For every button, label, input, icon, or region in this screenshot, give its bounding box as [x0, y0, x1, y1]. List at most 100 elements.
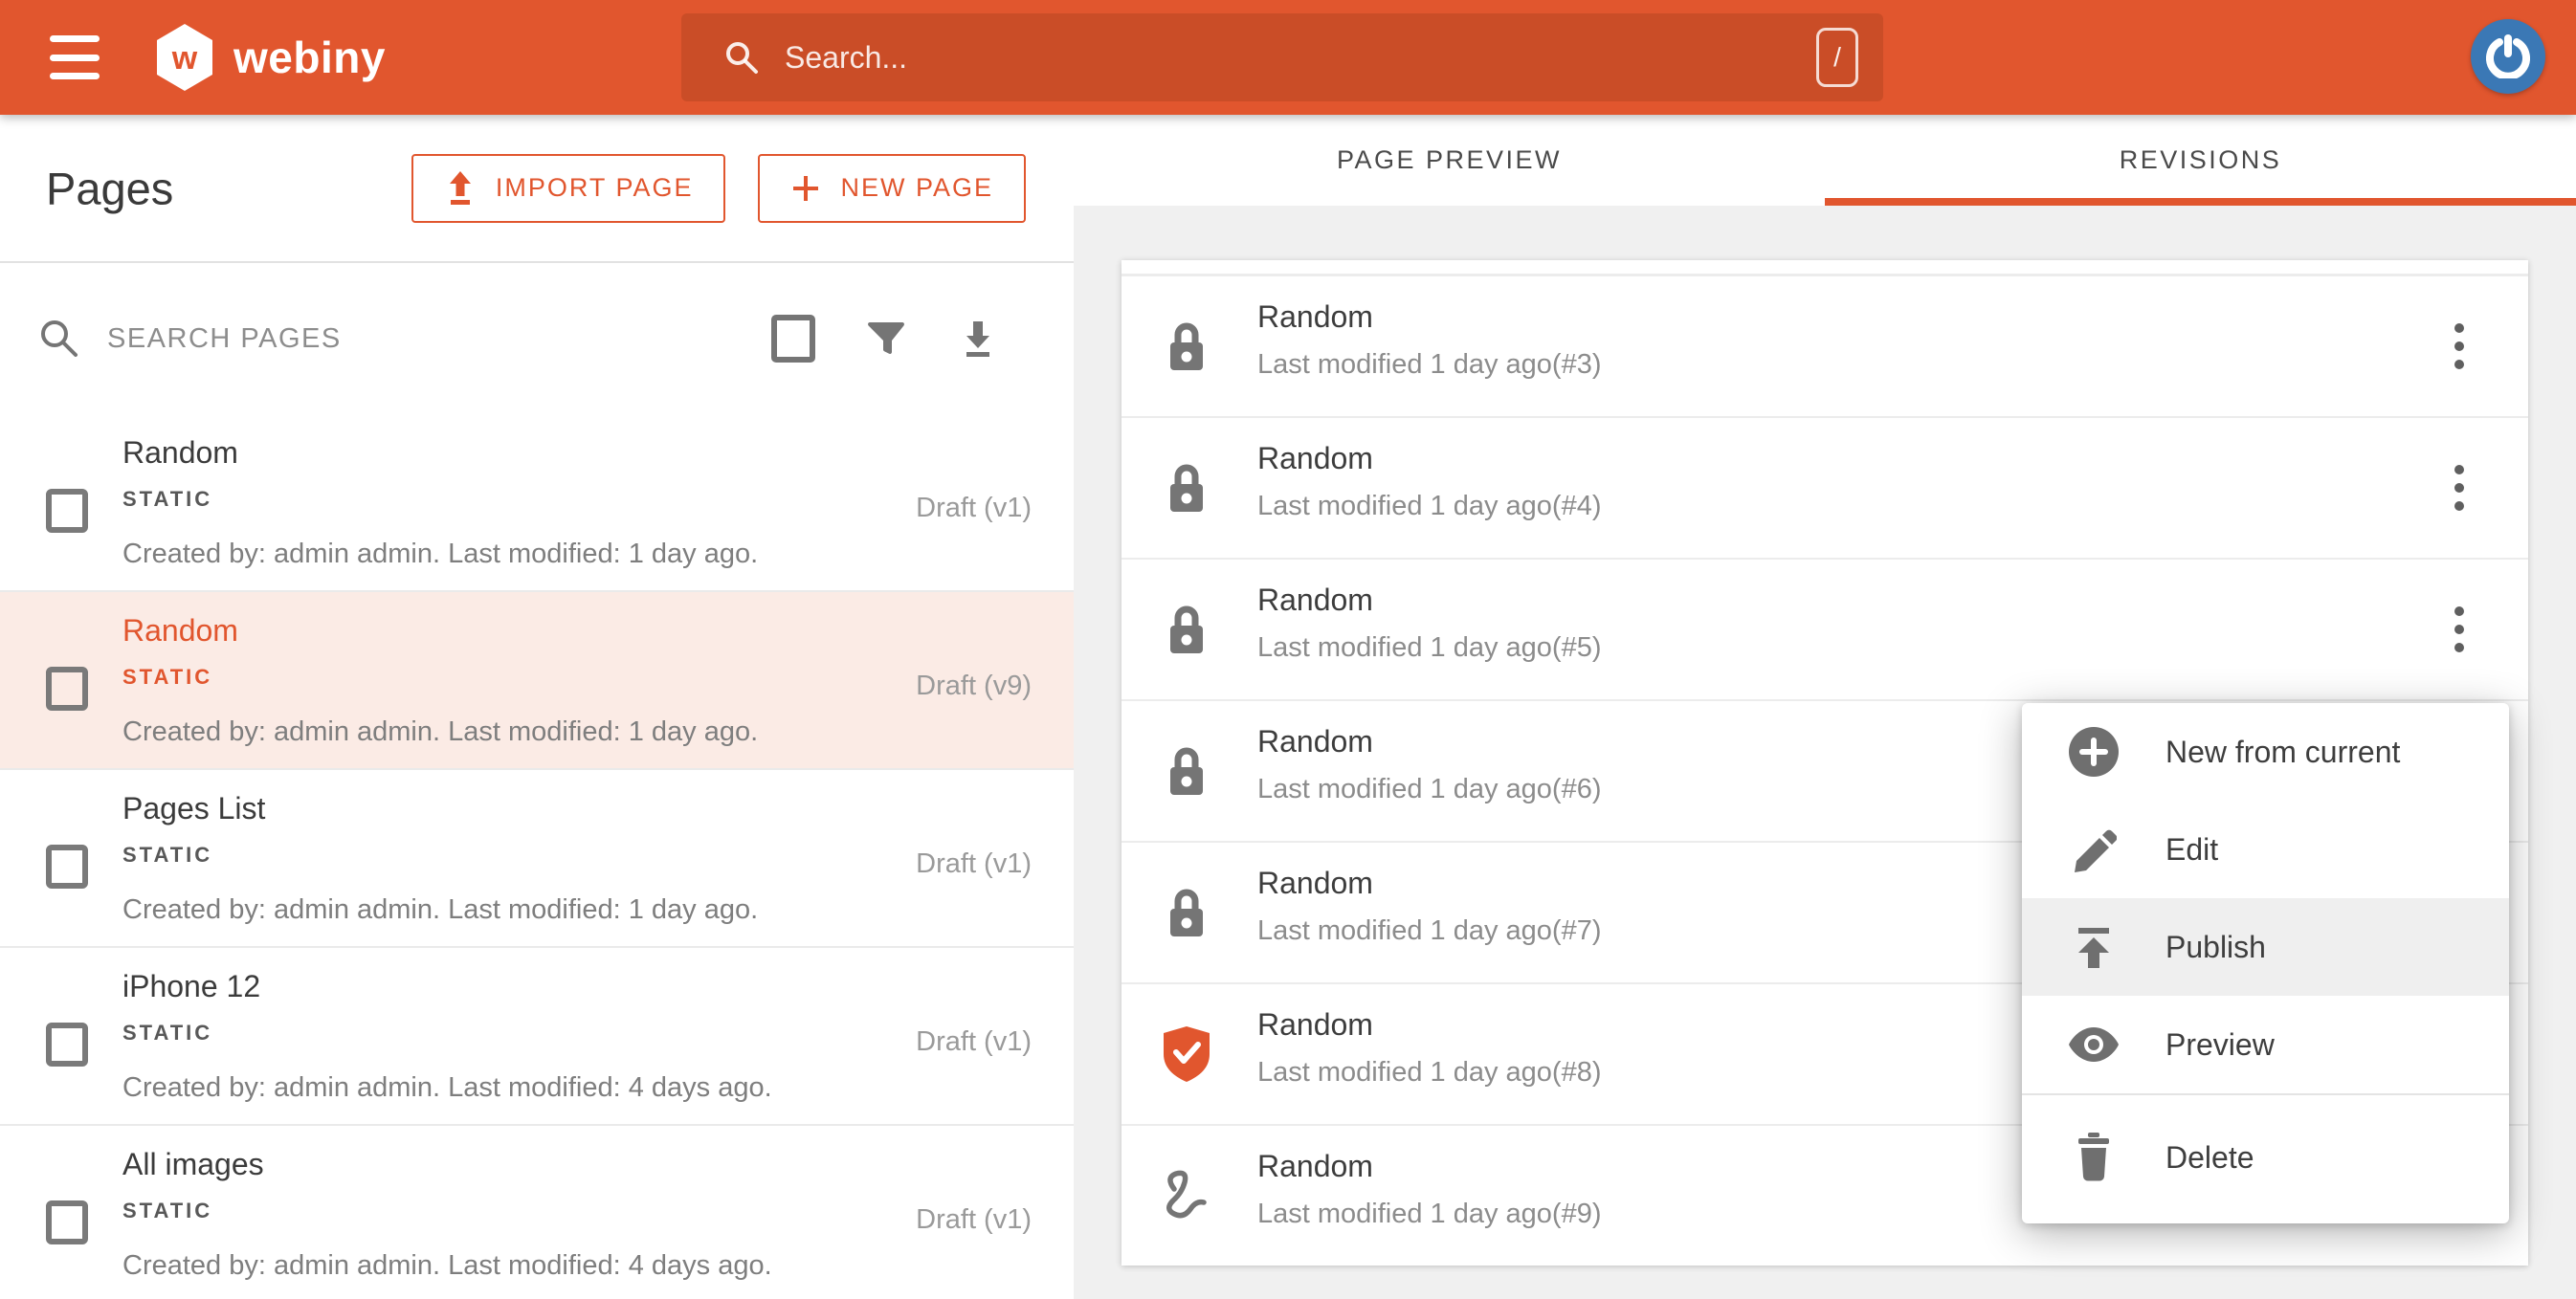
kebab-icon[interactable] — [2436, 457, 2482, 518]
revision-meta: Last modified 1 day ago(#3) — [1257, 349, 1602, 380]
revision-row[interactable]: Random Last modified 1 day ago(#3) — [1121, 276, 2528, 418]
page-checkbox[interactable] — [46, 845, 88, 889]
page-item-type: STATIC — [122, 1021, 213, 1045]
context-menu-item-label: Delete — [2165, 1139, 2254, 1175]
page-item-meta: Created by: admin admin. Last modified: … — [122, 716, 759, 747]
page-list-item[interactable]: iPhone 12 STATIC Draft (v1) Created by: … — [0, 948, 1074, 1126]
pages-search-input[interactable] — [105, 321, 645, 356]
webiny-logo: w webiny — [153, 23, 386, 92]
lock-icon — [1156, 460, 1217, 516]
page-list-item[interactable]: Pages List STATIC Draft (v1) Created by:… — [0, 770, 1074, 948]
revision-meta: Last modified 1 day ago(#6) — [1257, 774, 1602, 804]
app-bar: w webiny / — [0, 0, 2576, 115]
revision-title: Random — [1257, 1007, 1373, 1042]
new-page-button[interactable]: NEW PAGE — [758, 153, 1026, 223]
page-item-type: STATIC — [122, 665, 213, 689]
pages-panel: Pages IMPORT PAGE NEW PAGE SEARCH PAGES … — [0, 115, 1074, 1299]
gesture-icon — [1156, 1170, 1217, 1222]
page-checkbox[interactable] — [46, 489, 88, 533]
global-search-input[interactable] — [783, 38, 1816, 77]
page-item-meta: Created by: admin admin. Last modified: … — [122, 1250, 772, 1281]
global-search: / — [681, 13, 1883, 101]
page-item-title: All images — [122, 1147, 264, 1181]
revision-meta: Last modified 1 day ago(#4) — [1257, 491, 1602, 521]
context-menu-item-label: New from current — [2165, 734, 2401, 769]
page-item-type: STATIC — [122, 843, 213, 867]
revision-title: Random — [1257, 1149, 1373, 1183]
revision-title: Random — [1257, 441, 1373, 475]
plus-circle-icon — [2022, 726, 2165, 778]
page-item-status: Draft (v9) — [916, 671, 1032, 701]
context-menu-item[interactable]: Preview — [2022, 996, 2509, 1093]
lock-icon — [1156, 743, 1217, 799]
context-menu-item[interactable]: Delete — [2022, 1093, 2509, 1220]
lock-icon — [1156, 319, 1217, 374]
page-checkbox[interactable] — [46, 1023, 88, 1067]
pages-search-row — [0, 263, 1074, 416]
revision-row[interactable]: Random Last modified 1 day ago(#5) — [1121, 560, 2528, 701]
brand-wordmark: webiny — [233, 33, 386, 82]
page-item-title: Pages List — [122, 791, 266, 826]
detail-tabbar: PAGE PREVIEW REVISIONS — [1074, 115, 2576, 206]
trash-icon — [2022, 1133, 2165, 1182]
pencil-icon — [2022, 826, 2165, 872]
revision-title: Random — [1257, 866, 1373, 900]
import-page-button[interactable]: IMPORT PAGE — [411, 153, 726, 223]
page-item-type: STATIC — [122, 1199, 213, 1222]
lock-icon — [1156, 885, 1217, 940]
pages-list: Random STATIC Draft (v1) Created by: adm… — [0, 414, 1074, 1299]
lock-icon — [1156, 602, 1217, 657]
select-all-icon[interactable] — [771, 315, 815, 363]
hamburger-icon[interactable] — [50, 35, 100, 79]
page-item-type: STATIC — [122, 487, 213, 511]
revision-title: Random — [1257, 724, 1373, 759]
user-avatar[interactable] — [2471, 19, 2545, 94]
context-menu-item[interactable]: Publish — [2022, 898, 2509, 996]
kebab-icon[interactable] — [2436, 599, 2482, 660]
context-menu-item-label: Preview — [2165, 1026, 2275, 1062]
revision-meta: Last modified 1 day ago(#5) — [1257, 632, 1602, 663]
search-icon — [38, 318, 80, 360]
page-list-item[interactable]: Random STATIC Draft (v1) Created by: adm… — [0, 414, 1074, 592]
kebab-icon[interactable] — [2436, 316, 2482, 377]
page-item-status: Draft (v1) — [916, 493, 1032, 523]
page-item-status: Draft (v1) — [916, 1204, 1032, 1235]
page-title: Pages — [46, 163, 174, 213]
plus-icon — [790, 173, 821, 204]
context-menu-item-label: Publish — [2165, 929, 2266, 964]
page-list-item[interactable]: All images STATIC Draft (v1) Created by:… — [0, 1126, 1074, 1299]
page-item-status: Draft (v1) — [916, 1026, 1032, 1057]
revision-partial-row — [1121, 260, 2528, 276]
eye-icon — [2022, 1025, 2165, 1064]
shield-check-icon — [1156, 1025, 1217, 1083]
page-item-title: Random — [122, 613, 238, 648]
tab-revisions[interactable]: REVISIONS — [1825, 115, 2576, 206]
revision-row[interactable]: Random Last modified 1 day ago(#4) — [1121, 418, 2528, 560]
page-item-title: Random — [122, 435, 238, 470]
page-list-item[interactable]: Random STATIC Draft (v9) Created by: adm… — [0, 592, 1074, 770]
svg-text:w: w — [171, 40, 198, 77]
power-icon — [2486, 34, 2530, 78]
page-item-meta: Created by: admin admin. Last modified: … — [122, 1072, 772, 1103]
page-checkbox[interactable] — [46, 667, 88, 711]
pages-header: Pages IMPORT PAGE NEW PAGE — [0, 115, 1074, 263]
revision-meta: Last modified 1 day ago(#9) — [1257, 1199, 1602, 1229]
search-shortcut-badge: / — [1816, 28, 1858, 87]
revision-meta: Last modified 1 day ago(#8) — [1257, 1057, 1602, 1088]
filter-icon[interactable] — [865, 318, 907, 360]
upload-icon — [444, 170, 477, 206]
revision-title: Random — [1257, 299, 1373, 334]
context-menu-item[interactable]: New from current — [2022, 703, 2509, 801]
context-menu-item-label: Edit — [2165, 831, 2219, 867]
publish-icon — [2022, 924, 2165, 970]
download-icon[interactable] — [957, 318, 999, 360]
page-item-title: iPhone 12 — [122, 969, 261, 1003]
revision-meta: Last modified 1 day ago(#7) — [1257, 915, 1602, 946]
revision-context-menu: New from current Edit Publish Preview De… — [2022, 703, 2509, 1223]
webiny-hexagon-icon: w — [153, 23, 216, 92]
context-menu-item[interactable]: Edit — [2022, 801, 2509, 898]
page-checkbox[interactable] — [46, 1200, 88, 1244]
page-item-status: Draft (v1) — [916, 848, 1032, 879]
tab-page-preview[interactable]: PAGE PREVIEW — [1074, 115, 1825, 206]
search-icon — [723, 39, 760, 76]
